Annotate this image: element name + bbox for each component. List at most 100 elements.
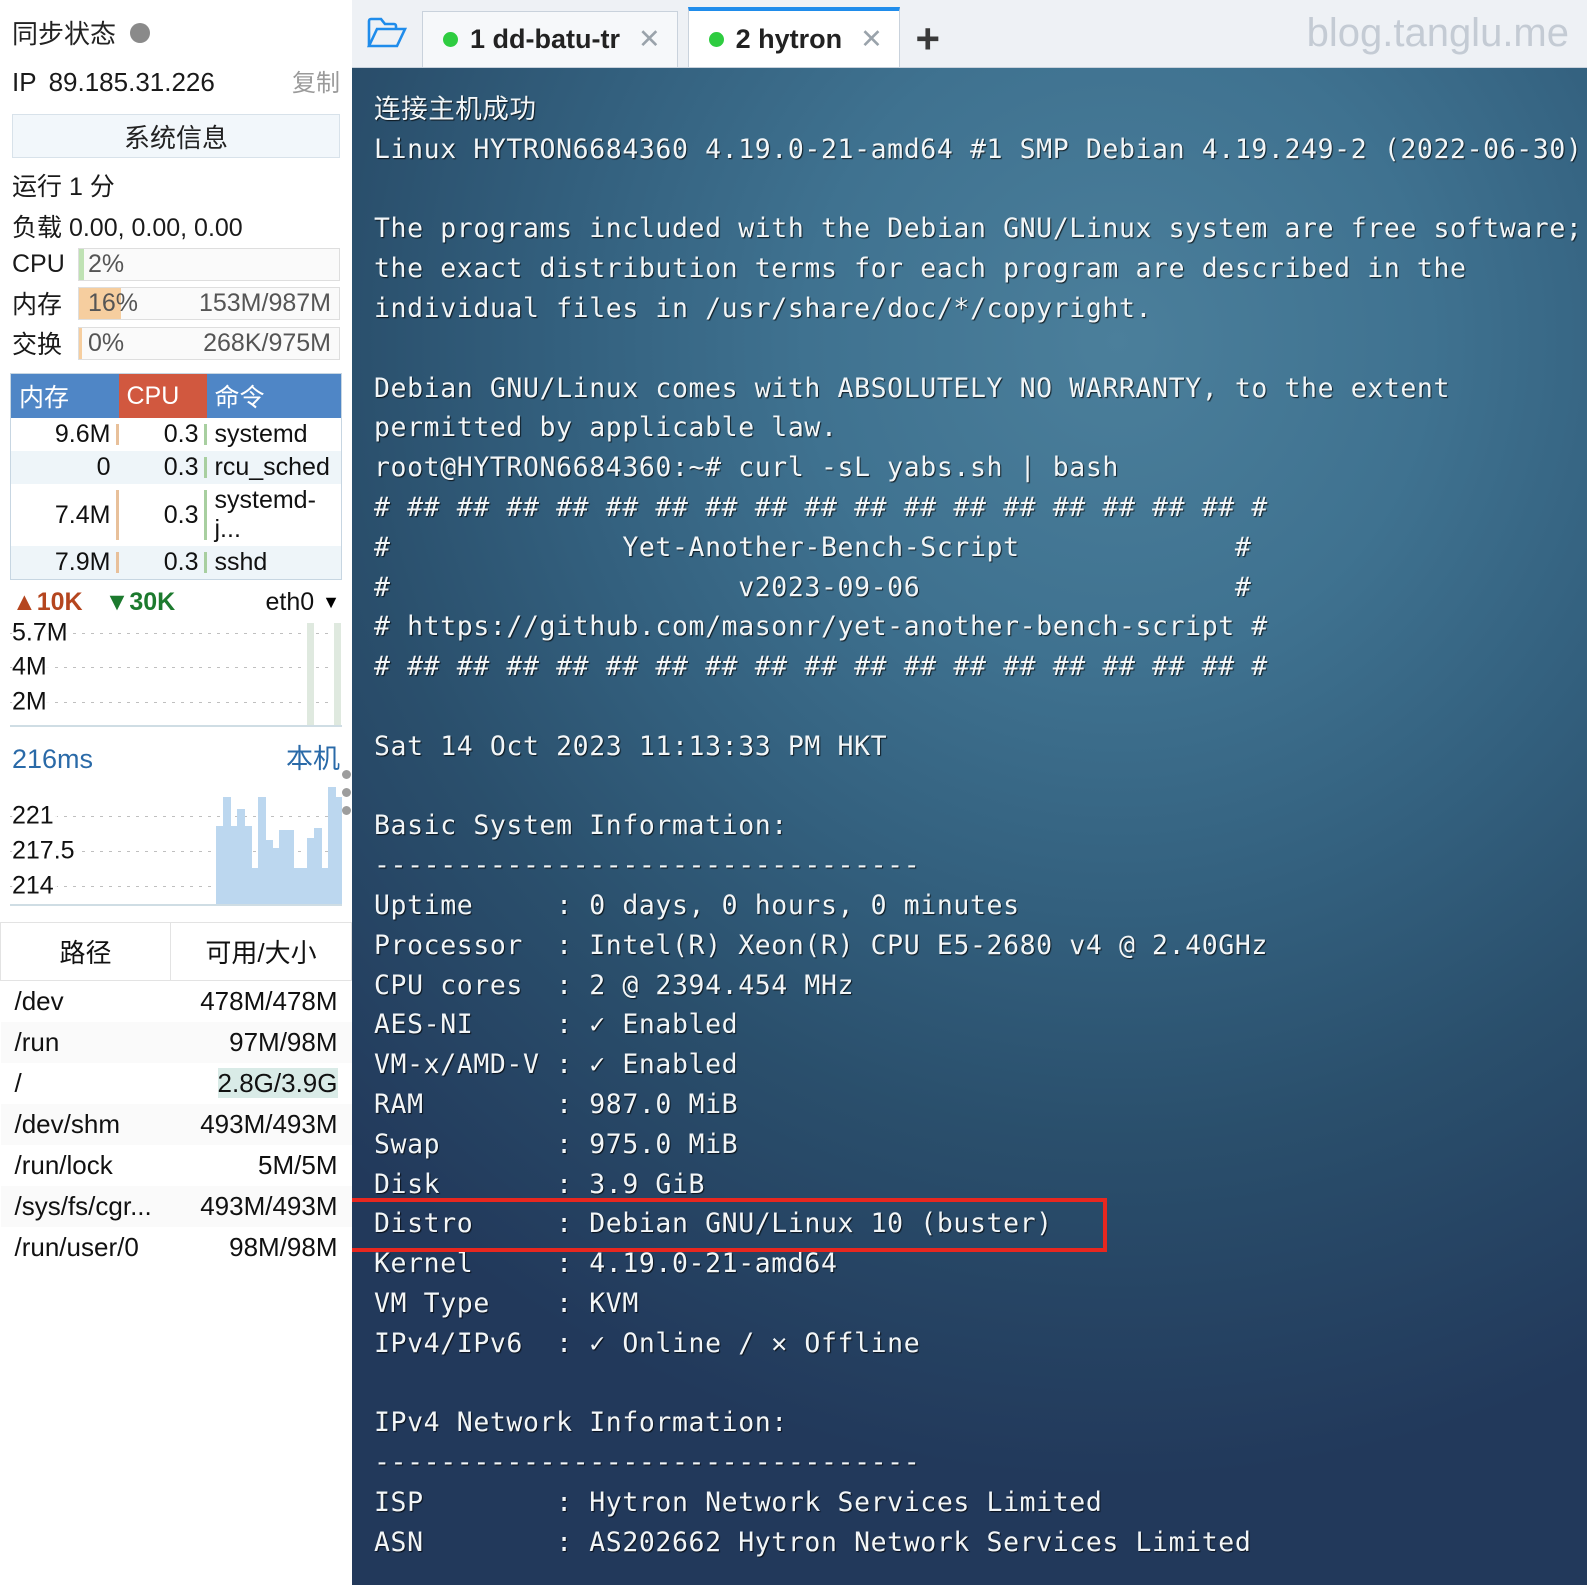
chart-gridline (10, 815, 342, 817)
process-memory: 9.6M (11, 418, 119, 451)
network-traffic-chart: 5.7M 4M 2M (10, 619, 342, 727)
tab-status-dot-icon (708, 31, 724, 47)
ping-value: 216ms (12, 744, 94, 774)
table-row[interactable]: /run/lock 5M/5M (1, 1145, 352, 1186)
meter-label: 交换 (12, 331, 63, 359)
terminal-text: 连接主机成功 Linux HYTRON6684360 4.19.0-21-amd… (374, 94, 1583, 1558)
open-folder-icon[interactable] (352, 0, 422, 67)
disk-size: 493M/493M (170, 1104, 352, 1145)
process-cpu: 0.3 (119, 484, 207, 546)
table-row[interactable]: 0 0.3 rcu_sched (10, 451, 342, 484)
table-row[interactable]: /run/user/0 98M/98M (1, 1227, 352, 1268)
process-command: rcu_sched (206, 451, 342, 484)
ip-label: IP (12, 67, 37, 97)
tab-label: 1 dd-batu-tr (470, 24, 620, 54)
disk-size-highlight: 2.8G/3.9G (217, 1068, 338, 1098)
meter-row: 内存 16% 153M/987M (0, 281, 352, 321)
meter-detail: 268K/975M (203, 328, 331, 357)
disk-col-path[interactable]: 路径 (0, 922, 171, 981)
terminal-tab[interactable]: 1 dd-batu-tr ✕ (422, 11, 678, 67)
table-row[interactable]: /dev/shm 493M/493M (0, 1104, 352, 1145)
table-row[interactable]: / 2.8G/3.9G (1, 1063, 352, 1104)
sync-status-row: 同步状态 (0, 0, 352, 55)
tab-bar: 1 dd-batu-tr ✕ 2 hytron ✕ + blog.tanglu.me (352, 0, 1587, 68)
tab-status-dot-icon (443, 32, 458, 47)
meter-row: CPU 2% (0, 244, 352, 281)
system-info-button[interactable]: 系统信息 (12, 114, 340, 158)
disk-usage-table: 路径 可用/大小 /dev 478M/478M/run 97M/98M / 2.8G/3… (0, 922, 352, 1268)
panel-resize-handle[interactable] (340, 0, 352, 1585)
chart-gridline (10, 666, 342, 668)
sync-status-indicator-icon (130, 22, 151, 43)
ping-host-label[interactable]: 本机 (286, 737, 340, 776)
tab-label: 2 hytron (735, 23, 843, 54)
network-interface-select[interactable]: eth0 (266, 588, 315, 617)
process-memory: 7.4M (11, 484, 119, 546)
table-row[interactable]: 7.4M 0.3 systemd-j... (11, 484, 342, 546)
disk-size: 493M/493M (170, 1186, 352, 1227)
disk-path: /run/lock (14, 1150, 113, 1180)
chevron-down-icon[interactable]: ▼ (322, 592, 340, 613)
disk-path: /dev/shm (0, 1104, 171, 1145)
disk-size-value: 98M/98M (229, 1232, 338, 1262)
terminal-panel: 1 dd-batu-tr ✕ 2 hytron ✕ + blog.tanglu.me … (352, 0, 1587, 1585)
sidebar-panel: 同步状态 IP 89.185.31.226 复制 系统信息 运行 1 分 负载 … (0, 0, 352, 1585)
new-tab-button[interactable]: + (900, 11, 956, 67)
network-header: ▲ 10K ▼ 30K eth0 ▼ (0, 580, 352, 619)
ping-latency-chart: 221 217.5 214 (10, 778, 342, 906)
chart-axis-tick-label: 2M (12, 687, 50, 717)
uptime-text: 运行 1 分 (12, 173, 115, 201)
terminal-output-area[interactable]: 连接主机成功 Linux HYTRON6684360 4.19.0-21-amd… (352, 68, 1587, 1585)
chart-axis-tick-label: 214 (12, 871, 57, 901)
meter-label: CPU (12, 250, 65, 278)
chart-axis-tick-label: 221 (12, 801, 57, 831)
table-row[interactable]: 9.6M 0.3 systemd (11, 418, 342, 451)
load-average-text: 负载 0.00, 0.00, 0.00 (12, 214, 243, 242)
disk-path: /run/user/0 (14, 1232, 139, 1262)
process-col-command[interactable]: 命令 (206, 373, 342, 418)
disk-size: 2.8G/3.9G (171, 1063, 352, 1104)
process-col-memory[interactable]: 内存 (10, 373, 119, 418)
process-col-cpu[interactable]: CPU (118, 373, 207, 418)
table-row[interactable]: /sys/fs/cgr... 493M/493M (0, 1186, 352, 1227)
table-row[interactable]: /dev 478M/478M (1, 981, 352, 1023)
disk-table-body: /dev 478M/478M/run 97M/98M / 2.8G/3.9G/dev/s… (0, 981, 352, 1269)
meter-detail: 153M/987M (198, 288, 331, 317)
copy-ip-button[interactable]: 复制 (292, 63, 340, 98)
resource-meters: CPU 2% 内存 16% 153M/987M 交换 0% 268K/975M (0, 244, 352, 361)
terminal-tab[interactable]: 2 hytron ✕ (687, 7, 900, 67)
chart-gridline (10, 701, 342, 703)
table-row[interactable]: /run 97M/98M (0, 1022, 352, 1063)
upload-arrow-icon: ▲ (12, 588, 37, 616)
disk-col-size[interactable]: 可用/大小 (170, 922, 352, 981)
disk-path: /dev (14, 986, 64, 1016)
tab-list: 1 dd-batu-tr ✕ 2 hytron ✕ (422, 7, 900, 67)
ping-header: 216ms 本机 (0, 727, 352, 778)
site-watermark: blog.tanglu.me (1306, 11, 1569, 55)
process-cpu: 0.3 (118, 546, 207, 580)
process-command: systemd (214, 420, 308, 448)
disk-size: 98M/98M (171, 1227, 352, 1268)
disk-size: 97M/98M (170, 1022, 352, 1063)
sync-status-label: 同步状态 (12, 19, 117, 49)
meter-bar: 2% (78, 248, 340, 281)
ip-value: 89.185.31.226 (48, 67, 215, 97)
disk-table-header-row: 路径 可用/大小 (0, 922, 352, 981)
download-rate: 30K (129, 588, 176, 616)
table-row[interactable]: 7.9M 0.3 sshd (10, 546, 342, 580)
close-icon[interactable]: ✕ (638, 24, 661, 55)
process-table: 内存 CPU 命令 9.6M 0.3 systemd 0 0.3 rcu_sched 7.4… (10, 373, 342, 580)
meter-bar: 16% 153M/987M (78, 286, 340, 320)
download-arrow-icon: ▼ (104, 588, 130, 616)
disk-size-value: 478M/478M (200, 986, 338, 1016)
disk-path: /run (0, 1022, 171, 1063)
process-memory: 0 (10, 451, 119, 484)
upload-rate: 10K (36, 588, 83, 616)
disk-size-value: 97M/98M (229, 1027, 338, 1057)
process-cpu: 0.3 (118, 451, 207, 484)
process-memory: 7.9M (10, 546, 119, 580)
disk-size-value: 493M/493M (200, 1109, 338, 1139)
meter-percent: 2% (88, 250, 125, 278)
close-icon[interactable]: ✕ (860, 24, 883, 55)
disk-size: 5M/5M (171, 1145, 352, 1186)
